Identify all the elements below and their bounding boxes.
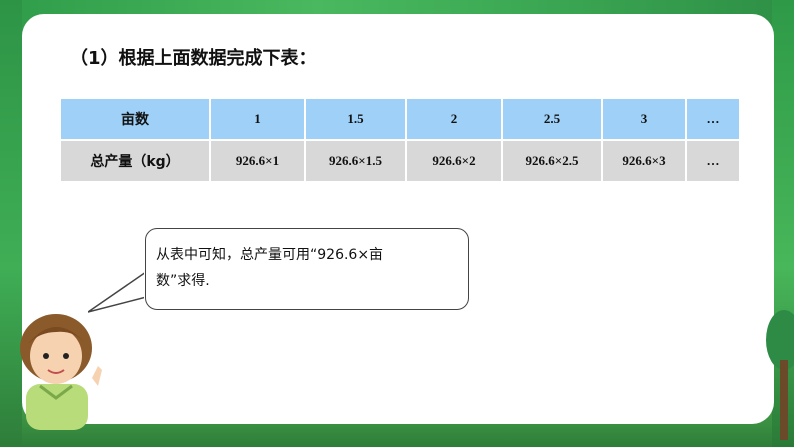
table-cell-answer: 926.6×2.5 [501, 139, 603, 183]
table-cell: 1 [209, 97, 306, 141]
table-row-acres: 亩数 1 1.5 2 2.5 3 … [59, 97, 741, 141]
table-cell: … [685, 97, 741, 141]
tree-decoration [766, 310, 794, 440]
girl-illustration [20, 314, 102, 430]
bubble-line-1: 从表中可知，总产量可用“926.6×亩 [156, 247, 384, 263]
slide-title: （1）根据上面数据完成下表： [70, 48, 317, 69]
bubble-line-2: 数”求得. [156, 273, 210, 289]
table-cell: 926.6×1 [209, 139, 306, 183]
table-cell: 2.5 [501, 97, 603, 141]
speech-bubble-text: 从表中可知，总产量可用“926.6×亩 数”求得. [156, 242, 460, 294]
table-cell: 3 [601, 97, 687, 141]
data-table: 亩数 1 1.5 2 2.5 3 … 总产量（kg） 926.6×1 926.6… [59, 97, 741, 183]
table-cell: 亩数 [59, 97, 211, 141]
table-row-total-yield: 总产量（kg） 926.6×1 926.6×1.5 926.6×2 926.6×… [59, 139, 741, 183]
slide-card [22, 14, 774, 424]
table-cell-answer: 926.6×2 [405, 139, 503, 183]
table-cell-answer: 926.6×3 [601, 139, 687, 183]
table-cell: 2 [405, 97, 503, 141]
table-cell: 926.6×1.5 [304, 139, 407, 183]
table-cell: 总产量（kg） [59, 139, 211, 183]
table-cell: … [685, 139, 741, 183]
table-cell: 1.5 [304, 97, 407, 141]
